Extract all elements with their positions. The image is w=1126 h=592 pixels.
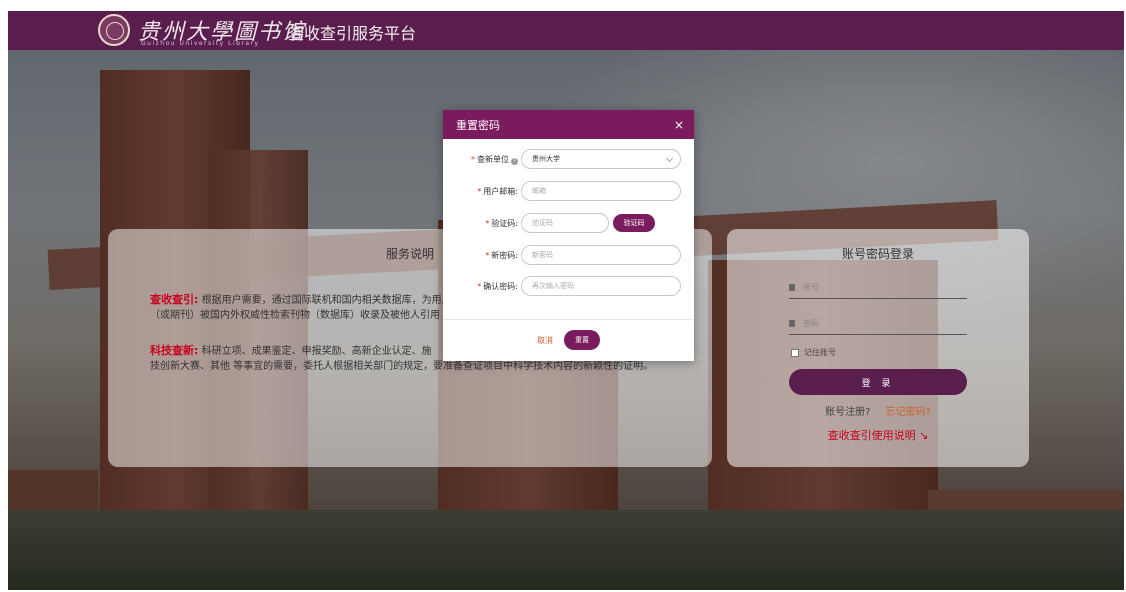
modal-divider bbox=[443, 319, 694, 320]
login-title: 账号密码登录 bbox=[841, 247, 914, 261]
modal-header: 重置密码 × bbox=[443, 110, 694, 139]
new-password-label: * 新密码: bbox=[485, 251, 518, 260]
remember-checkbox[interactable] bbox=[791, 348, 799, 357]
user-icon bbox=[789, 284, 795, 291]
password-placeholder: 密码 bbox=[803, 319, 819, 328]
lock-icon bbox=[789, 320, 795, 327]
platform-title: 查收查引服务平台 bbox=[288, 24, 417, 43]
confirm-password-label: * 确认密码: bbox=[477, 282, 518, 291]
service-keyword: 查收查引: bbox=[150, 293, 199, 306]
code-input[interactable]: 验证码 bbox=[521, 213, 609, 233]
modal-title: 重置密码 bbox=[456, 118, 500, 132]
new-password-input[interactable]: 新密码 bbox=[521, 245, 681, 265]
login-panel: 账号密码登录 账号 密码 记住账号 登 录 账号注册? 忘记密码? 查收查引使用… bbox=[727, 229, 1029, 467]
service-text: 根据用户需要，通过国际联机和国内相关数据库，为用户 bbox=[201, 295, 452, 306]
get-code-button[interactable]: 验证码 bbox=[613, 214, 655, 232]
code-label: * 验证码: bbox=[485, 219, 518, 228]
account-placeholder: 账号 bbox=[803, 283, 819, 292]
register-link[interactable]: 账号注册? bbox=[825, 407, 870, 418]
unit-label: * 查新单位? bbox=[443, 154, 518, 165]
close-icon[interactable]: × bbox=[674, 118, 684, 132]
account-input[interactable]: 账号 bbox=[789, 277, 967, 299]
email-label: * 用户邮箱: bbox=[477, 187, 518, 196]
login-button[interactable]: 登 录 bbox=[789, 369, 967, 395]
confirm-password-input[interactable]: 再次输入密码 bbox=[521, 276, 681, 296]
remember-label: 记住账号 bbox=[804, 348, 836, 357]
service-item-check: 查收查引: 根据用户需要，通过国际联机和国内相关数据库，为用户 bbox=[150, 291, 452, 307]
code-row: * 验证码: 验证码 验证码 bbox=[443, 213, 694, 235]
help-icon[interactable]: ? bbox=[511, 158, 518, 165]
service-text: （或期刊）被国内外权威性检索刊物（数据库）收录及被他人引用 bbox=[150, 310, 440, 321]
usage-guide-link[interactable]: 查收查引使用说明 ↘ bbox=[727, 427, 1029, 443]
unit-selected-value: 贵州大学 bbox=[532, 155, 560, 163]
forgot-password-link[interactable]: 忘记密码? bbox=[886, 407, 931, 418]
unit-row: * 查新单位? 贵州大学 bbox=[443, 149, 694, 171]
service-keyword: 科技查新: bbox=[150, 344, 199, 357]
top-header: 贵州大學圖书馆 Guizhou University Library 查收查引服… bbox=[8, 11, 1124, 50]
email-row: * 用户邮箱: 邮箱 bbox=[443, 181, 694, 203]
confirm-password-row: * 确认密码: 再次输入密码 bbox=[443, 276, 694, 298]
remember-account[interactable]: 记住账号 bbox=[791, 347, 836, 358]
unit-select[interactable]: 贵州大学 bbox=[521, 149, 681, 169]
library-logo-english: Guizhou University Library bbox=[141, 40, 260, 47]
cancel-button[interactable]: 取消 bbox=[537, 335, 553, 346]
service-item-novelty: 科技查新: 科研立项、成果鉴定、申报奖励、高新企业认定、施 bbox=[150, 342, 432, 358]
reset-password-modal: 重置密码 × * 查新单位? 贵州大学 * 用户邮箱: 邮箱 * 验证码: 验证码 验… bbox=[443, 110, 694, 361]
new-password-row: * 新密码: 新密码 bbox=[443, 245, 694, 267]
library-seal-icon bbox=[98, 14, 130, 46]
password-input[interactable]: 密码 bbox=[789, 313, 967, 335]
email-input[interactable]: 邮箱 bbox=[521, 181, 681, 201]
service-text: 科研立项、成果鉴定、申报奖励、高新企业认定、施 bbox=[201, 346, 432, 357]
reset-button[interactable]: 重置 bbox=[564, 330, 600, 350]
account-links: 账号注册? 忘记密码? bbox=[727, 403, 1029, 418]
chevron-down-icon bbox=[665, 154, 674, 163]
